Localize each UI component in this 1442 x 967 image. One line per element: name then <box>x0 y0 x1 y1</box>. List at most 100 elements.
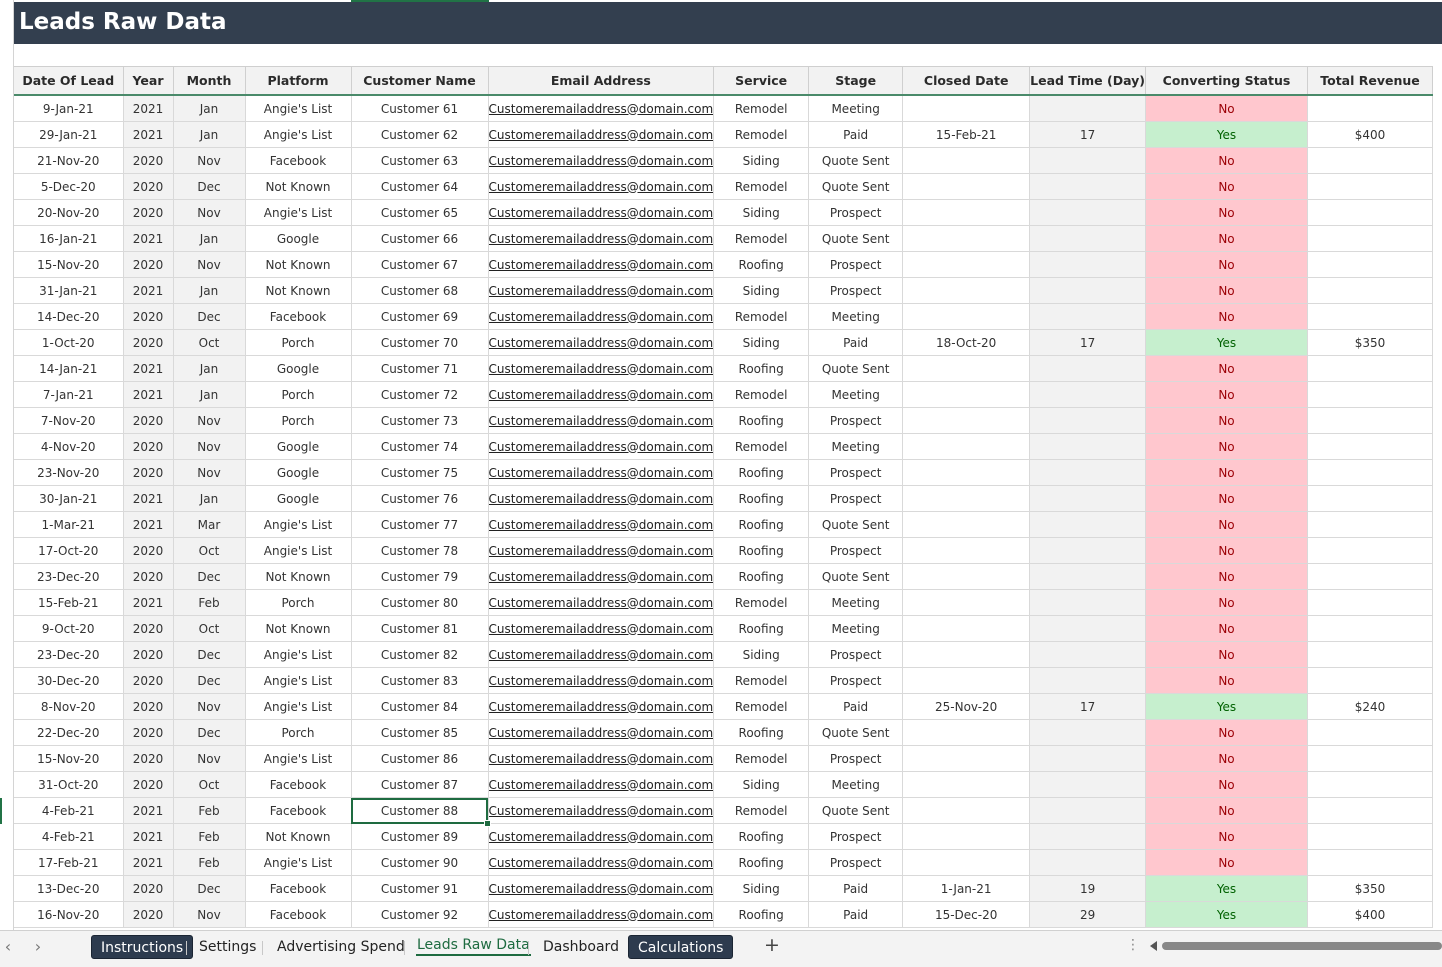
cell-total-revenue[interactable]: $400 <box>1307 121 1433 148</box>
cell-total-revenue[interactable] <box>1307 355 1433 382</box>
cell-stage[interactable]: Paid <box>808 121 904 148</box>
cell-total-revenue[interactable] <box>1307 225 1433 252</box>
cell-date-of-lead[interactable]: 5-Dec-20 <box>14 173 124 200</box>
cell-platform[interactable]: Facebook <box>245 303 352 330</box>
cell-year[interactable]: 2021 <box>123 381 174 408</box>
cell-lead-time[interactable] <box>1029 173 1146 200</box>
cell-total-revenue[interactable] <box>1307 641 1433 668</box>
tab-settings[interactable]: Settings <box>190 935 265 959</box>
cell-platform[interactable]: Angie's List <box>245 511 352 538</box>
cell-month[interactable]: Dec <box>173 667 246 694</box>
cell-year[interactable]: 2020 <box>123 329 174 356</box>
cell-month[interactable]: Feb <box>173 823 246 850</box>
cell-email-address[interactable]: Customeremailaddress@domain.com <box>488 199 715 226</box>
cell-converting-status[interactable]: No <box>1145 433 1308 460</box>
cell-total-revenue[interactable] <box>1307 199 1433 226</box>
cell-email-address[interactable]: Customeremailaddress@domain.com <box>488 537 715 564</box>
cell-converting-status[interactable]: No <box>1145 589 1308 616</box>
cell-converting-status[interactable]: No <box>1145 173 1308 200</box>
cell-platform[interactable]: Not Known <box>245 251 352 278</box>
cell-total-revenue[interactable] <box>1307 667 1433 694</box>
cell-date-of-lead[interactable]: 9-Jan-21 <box>14 95 124 122</box>
cell-service[interactable]: Remodel <box>713 667 810 694</box>
cell-converting-status[interactable]: Yes <box>1145 901 1308 928</box>
cell-converting-status[interactable]: Yes <box>1145 875 1308 902</box>
cell-month[interactable]: Dec <box>173 563 246 590</box>
cell-platform[interactable]: Angie's List <box>245 199 352 226</box>
column-header-stage[interactable]: Stage <box>808 66 904 96</box>
cell-platform[interactable]: Angie's List <box>245 693 352 720</box>
cell-total-revenue[interactable]: $350 <box>1307 329 1433 356</box>
cell-stage[interactable]: Meeting <box>808 589 904 616</box>
cell-closed-date[interactable] <box>902 381 1031 408</box>
cell-stage[interactable]: Prospect <box>808 745 904 772</box>
cell-stage[interactable]: Prospect <box>808 459 904 486</box>
cell-closed-date[interactable] <box>902 355 1031 382</box>
cell-service[interactable]: Remodel <box>713 121 810 148</box>
cell-platform[interactable]: Facebook <box>245 797 352 824</box>
cell-year[interactable]: 2020 <box>123 745 174 772</box>
cell-date-of-lead[interactable]: 15-Nov-20 <box>14 251 124 278</box>
cell-customer-name[interactable]: Customer 62 <box>351 121 489 148</box>
cell-platform[interactable]: Google <box>245 355 352 382</box>
cell-date-of-lead[interactable]: 4-Feb-21 <box>14 797 124 824</box>
cell-year[interactable]: 2020 <box>123 537 174 564</box>
cell-closed-date[interactable] <box>902 589 1031 616</box>
cell-email-address[interactable]: Customeremailaddress@domain.com <box>488 355 715 382</box>
cell-service[interactable]: Siding <box>713 199 810 226</box>
cell-stage[interactable]: Prospect <box>808 199 904 226</box>
cell-service[interactable]: Roofing <box>713 719 810 746</box>
cell-service[interactable]: Roofing <box>713 537 810 564</box>
cell-service[interactable]: Siding <box>713 329 810 356</box>
cell-converting-status[interactable]: No <box>1145 797 1308 824</box>
column-header-closed-date[interactable]: Closed Date <box>902 66 1031 96</box>
cell-service[interactable]: Roofing <box>713 511 810 538</box>
cell-converting-status[interactable]: No <box>1145 277 1308 304</box>
vertical-dots-icon[interactable]: ⋮ <box>1126 937 1140 953</box>
cell-stage[interactable]: Prospect <box>808 407 904 434</box>
cell-converting-status[interactable]: No <box>1145 511 1308 538</box>
column-header-month[interactable]: Month <box>173 66 246 96</box>
tab-dashboard[interactable]: Dashboard <box>534 935 628 959</box>
cell-closed-date[interactable] <box>902 147 1031 174</box>
cell-year[interactable]: 2021 <box>123 511 174 538</box>
cell-closed-date[interactable]: 18-Oct-20 <box>902 329 1031 356</box>
cell-month[interactable]: Feb <box>173 849 246 876</box>
cell-customer-name[interactable]: Customer 73 <box>351 407 489 434</box>
cell-year[interactable]: 2021 <box>123 797 174 824</box>
cell-total-revenue[interactable] <box>1307 615 1433 642</box>
cell-email-address[interactable]: Customeremailaddress@domain.com <box>488 251 715 278</box>
cell-lead-time[interactable]: 17 <box>1029 121 1146 148</box>
cell-email-address[interactable]: Customeremailaddress@domain.com <box>488 277 715 304</box>
cell-stage[interactable]: Meeting <box>808 381 904 408</box>
cell-lead-time[interactable] <box>1029 771 1146 798</box>
cell-month[interactable]: Oct <box>173 771 246 798</box>
cell-year[interactable]: 2020 <box>123 303 174 330</box>
cell-stage[interactable]: Prospect <box>808 251 904 278</box>
cell-platform[interactable]: Angie's List <box>245 95 352 122</box>
cell-year[interactable]: 2020 <box>123 719 174 746</box>
cell-date-of-lead[interactable]: 4-Feb-21 <box>14 823 124 850</box>
cell-platform[interactable]: Angie's List <box>245 641 352 668</box>
cell-stage[interactable]: Paid <box>808 901 904 928</box>
cell-month[interactable]: Jan <box>173 381 246 408</box>
cell-year[interactable]: 2020 <box>123 459 174 486</box>
cell-month[interactable]: Nov <box>173 199 246 226</box>
cell-platform[interactable]: Porch <box>245 381 352 408</box>
cell-service[interactable]: Roofing <box>713 407 810 434</box>
cell-closed-date[interactable] <box>902 615 1031 642</box>
cell-total-revenue[interactable] <box>1307 95 1433 122</box>
cell-year[interactable]: 2021 <box>123 485 174 512</box>
column-header-service[interactable]: Service <box>713 66 810 96</box>
cell-lead-time[interactable] <box>1029 199 1146 226</box>
cell-month[interactable]: Jan <box>173 225 246 252</box>
cell-email-address[interactable]: Customeremailaddress@domain.com <box>488 459 715 486</box>
cell-platform[interactable]: Porch <box>245 589 352 616</box>
cell-email-address[interactable]: Customeremailaddress@domain.com <box>488 381 715 408</box>
cell-lead-time[interactable] <box>1029 251 1146 278</box>
cell-total-revenue[interactable] <box>1307 719 1433 746</box>
column-header-email-address[interactable]: Email Address <box>488 66 715 96</box>
cell-customer-name[interactable]: Customer 64 <box>351 173 489 200</box>
cell-email-address[interactable]: Customeremailaddress@domain.com <box>488 615 715 642</box>
cell-closed-date[interactable] <box>902 303 1031 330</box>
